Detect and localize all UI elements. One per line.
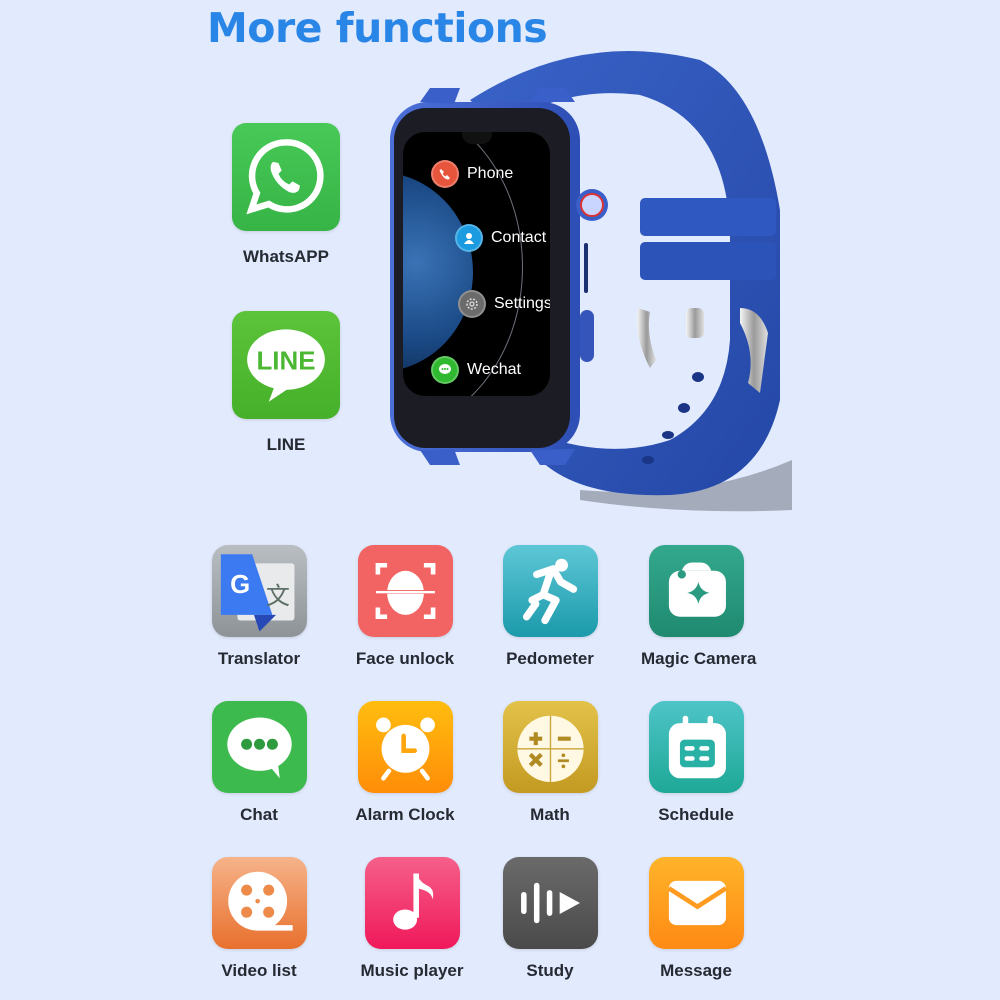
math-icon [502,701,598,793]
app-alarm-clock[interactable]: Alarm Clock [350,701,460,825]
app-whatsapp[interactable]: WhatsAPP [226,123,346,267]
app-label: Music player [360,961,464,980]
app-label: Alarm Clock [355,805,455,824]
app-label: Translator [217,649,301,668]
magic-camera-icon [648,545,744,637]
wechat-icon [431,356,459,384]
watch-screen: Phone Contact Settings Wechat [403,132,550,396]
pedometer-icon [502,545,598,637]
app-label: Math [530,805,570,824]
line-icon: LINE [232,311,340,419]
message-icon [648,857,744,949]
camera-notch [461,132,492,144]
watch-menu-phone[interactable]: Phone [431,160,513,188]
app-label: Magic Camera [641,649,757,668]
app-music-player[interactable]: Music player [357,857,467,981]
watch-menu-settings[interactable]: Settings [458,290,550,318]
watch-menu-contact[interactable]: Contact [455,224,546,252]
smartwatch-image: Phone Contact Settings Wechat [380,40,800,530]
contact-icon [455,224,483,252]
translator-icon: G 文 [211,545,307,637]
app-label: Video list [221,961,297,980]
app-label: Chat [240,805,278,824]
app-label: Schedule [658,805,734,824]
settings-icon [458,290,486,318]
app-face-unlock[interactable]: Face unlock [350,545,460,669]
app-label: LINE [266,435,306,454]
app-schedule[interactable]: Schedule [641,701,751,825]
app-magic-camera[interactable]: Magic Camera [641,545,757,669]
app-translator[interactable]: G 文 Translator [204,545,314,669]
whatsapp-icon [232,123,340,231]
menu-label: Contact [491,229,547,246]
music-player-icon [364,857,460,949]
face-unlock-icon [357,545,453,637]
app-study[interactable]: Study [495,857,605,981]
app-line[interactable]: LINE LINE [226,311,346,455]
svg-text:G: G [230,571,250,599]
app-label: Pedometer [506,649,594,668]
chat-icon [211,701,307,793]
app-math[interactable]: Math [495,701,605,825]
app-label: Message [660,961,732,980]
app-pedometer[interactable]: Pedometer [495,545,605,669]
app-label: Study [526,961,574,980]
app-label: WhatsAPP [243,247,329,266]
svg-text:LINE: LINE [256,347,315,375]
app-label: Face unlock [355,649,455,668]
menu-label: Settings [494,295,550,312]
alarm-clock-icon [357,701,453,793]
app-video-list[interactable]: Video list [204,857,314,981]
phone-icon [431,160,459,188]
study-icon [502,857,598,949]
watch-menu-wechat[interactable]: Wechat [431,356,521,384]
app-chat[interactable]: Chat [204,701,314,825]
svg-text:文: 文 [265,582,289,610]
menu-label: Phone [467,165,514,182]
app-message[interactable]: Message [641,857,751,981]
video-list-icon [211,857,307,949]
menu-label: Wechat [467,361,521,378]
schedule-icon [648,701,744,793]
